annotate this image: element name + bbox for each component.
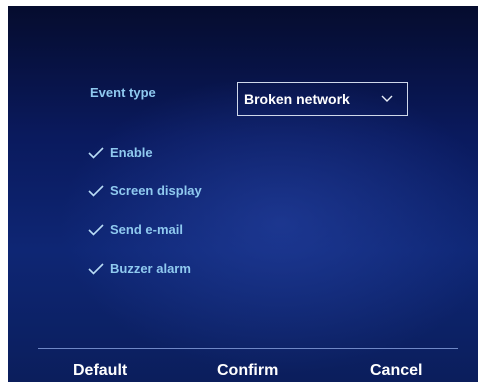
event-type-value: Broken network <box>244 91 350 107</box>
confirm-button[interactable]: Confirm <box>217 362 278 380</box>
check-icon <box>88 184 104 197</box>
buzzer-alarm-checkbox[interactable]: Buzzer alarm <box>88 261 191 276</box>
chevron-down-icon <box>381 95 393 102</box>
event-type-select[interactable]: Broken network <box>237 82 408 116</box>
cancel-button[interactable]: Cancel <box>370 362 422 380</box>
check-icon <box>88 223 104 236</box>
screen-display-checkbox[interactable]: Screen display <box>88 183 202 198</box>
enable-checkbox[interactable]: Enable <box>88 145 153 160</box>
check-icon <box>88 146 104 159</box>
send-email-checkbox[interactable]: Send e-mail <box>88 222 183 237</box>
event-settings-dialog: Event type Broken network Enable Screen … <box>8 6 478 382</box>
footer-divider <box>38 348 458 349</box>
event-type-label: Event type <box>90 85 156 100</box>
send-email-label: Send e-mail <box>110 222 183 237</box>
buzzer-alarm-label: Buzzer alarm <box>110 261 191 276</box>
enable-label: Enable <box>110 145 153 160</box>
screen-display-label: Screen display <box>110 183 202 198</box>
default-button[interactable]: Default <box>73 362 127 380</box>
check-icon <box>88 262 104 275</box>
